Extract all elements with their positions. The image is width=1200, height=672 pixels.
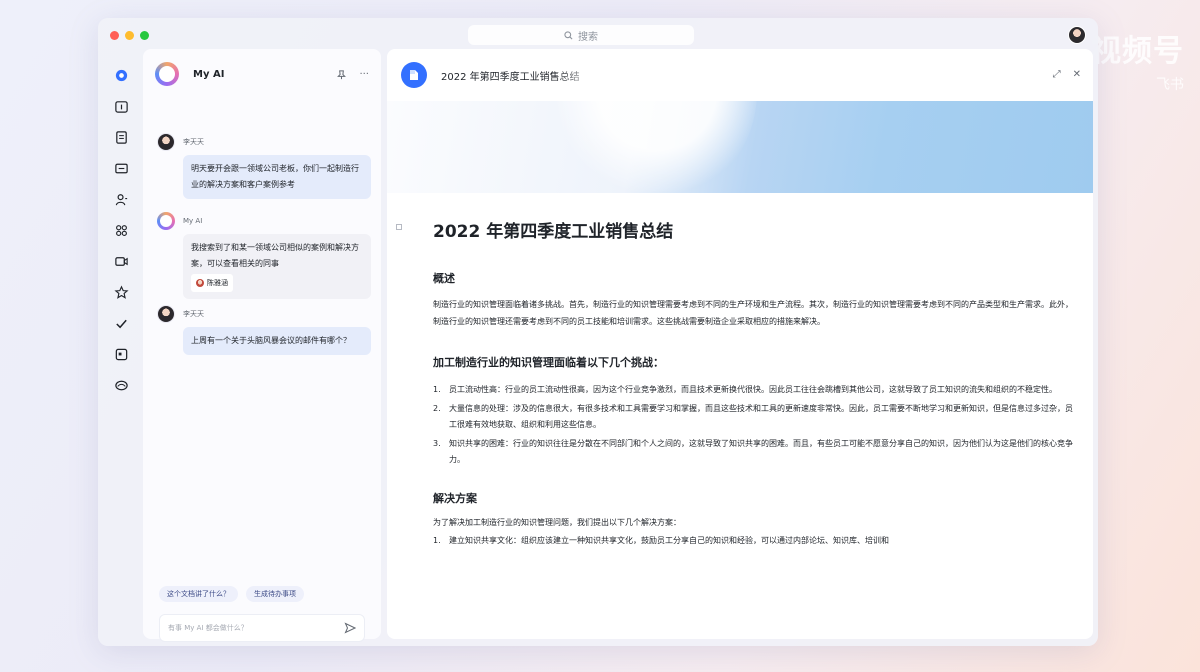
message-text: 我搜索到了和某一领域公司相似的案例和解决方案，可以查看相关的同事 — [191, 243, 359, 268]
search-icon — [564, 30, 573, 39]
nav-favorites[interactable] — [106, 277, 136, 308]
my-ai-logo-icon — [155, 62, 179, 86]
user-avatar-icon — [157, 133, 175, 151]
watermark: 视频号 飞书 — [1091, 26, 1184, 94]
doc-tools: ⤢ ✕ — [1053, 69, 1081, 80]
doc-title: 2022 年第四季度工业销售总结 — [433, 222, 674, 242]
chat-actions: ··· — [336, 69, 369, 80]
wiki-icon — [114, 380, 128, 391]
mention-chip[interactable]: 陈雅涵 — [191, 274, 233, 292]
minimize-window-button[interactable] — [125, 31, 134, 40]
message-icon — [115, 69, 127, 82]
favorites-icon — [113, 285, 129, 299]
tasks-icon — [115, 319, 127, 329]
my-ai-avatar-icon — [157, 212, 175, 230]
nav-sidebar — [106, 60, 136, 401]
message-sender: My AI — [183, 217, 203, 225]
chat-input[interactable] — [168, 624, 344, 632]
nav-docs[interactable] — [106, 122, 136, 153]
list-item: 1. 建立知识共享文化：组织应该建立一种知识共享文化，鼓励员工分享自己的知识和经验… — [433, 533, 1073, 549]
doc-logo-icon — [410, 70, 418, 80]
doc-body: 2022 年第四季度工业销售总结 概述 制造行业的知识管理面临着诸多挑战。首先，… — [433, 217, 1073, 552]
more-icon[interactable]: ··· — [359, 69, 369, 80]
nav-contacts[interactable] — [106, 184, 136, 215]
nav-apps[interactable] — [106, 215, 136, 246]
list-item-text: 大量信息的处理：涉及的信息很大，有很多技术和工具需要学习和掌握，而且这些技术和工… — [449, 404, 1073, 429]
apps-icon — [115, 225, 127, 236]
watermark-main: 视频号 — [1091, 34, 1184, 69]
mention-name: 陈雅涵 — [207, 279, 228, 287]
message-sender: 李天天 — [183, 138, 204, 146]
close-icon[interactable]: ✕ — [1073, 69, 1081, 80]
message-bubble: 明天要开会跟一领域公司老板，你们一起制造行业的解决方案和客户案例参考 — [183, 155, 371, 199]
watermark-sub: 飞书 — [1156, 77, 1184, 93]
chat-message-ai: My AI 我搜索到了和某一领域公司相似的案例和解决方案，可以查看相关的同事 陈… — [157, 212, 371, 299]
nav-mail[interactable] — [106, 153, 136, 184]
pin-icon[interactable] — [336, 69, 347, 80]
video-icon — [114, 257, 128, 266]
challenge-list: 1. 员工流动性高：行业的员工流动性很高，因为这个行业竞争激烈，而且技术更新换代很… — [433, 382, 1073, 468]
search-placeholder: 搜索 — [578, 31, 598, 43]
list-item: 1. 员工流动性高：行业的员工流动性很高，因为这个行业竞争激烈，而且技术更新换代很… — [433, 382, 1073, 398]
list-item-text: 建立知识共享文化：组织应该建立一种知识共享文化，鼓励员工分享自己的知识和经验，可… — [449, 536, 889, 545]
solution-list: 1. 建立知识共享文化：组织应该建立一种知识共享文化，鼓励员工分享自己的知识和经验… — [433, 533, 1073, 549]
drag-handle-icon[interactable] — [396, 224, 402, 230]
chat-input-box — [159, 614, 365, 642]
nav-messages[interactable] — [106, 60, 136, 91]
contacts-icon — [115, 194, 127, 206]
list-item-text: 员工流动性高：行业的员工流动性很高，因为这个行业竞争激烈，而且技术更新换代很快。… — [449, 385, 1057, 394]
chat-message-user: 李天天 上周有一个关于头脑风暴会议的邮件有哪个？ — [157, 305, 371, 355]
section-paragraph: 为了解决加工制造行业的知识管理问题，我们提出以下几个解决方案： — [433, 518, 681, 527]
send-icon[interactable] — [344, 622, 356, 634]
chat-title: My AI — [193, 68, 225, 80]
window-controls — [110, 31, 149, 40]
message-bubble: 我搜索到了和某一领域公司相似的案例和解决方案，可以查看相关的同事 陈雅涵 — [183, 234, 371, 299]
ai-chat-panel: My AI ··· 李天天 明天要开会跟一领域公司老板，你们一起制造行业的解决方… — [143, 49, 381, 642]
user-avatar[interactable] — [1068, 26, 1086, 44]
message-bubble: 上周有一个关于头脑风暴会议的邮件有哪个？ — [183, 327, 371, 355]
calendar2-icon — [115, 348, 127, 361]
expand-icon[interactable]: ⤢ — [1053, 69, 1061, 80]
list-item: 3. 知识共享的困难：行业的知识往往是分散在不同部门和个人之间的，这就导致了知识共… — [433, 436, 1073, 468]
section-heading: 概述 — [433, 272, 455, 285]
mail-icon — [114, 163, 128, 174]
chat-message-user: 李天天 明天要开会跟一领域公司老板，你们一起制造行业的解决方案和客户案例参考 — [157, 133, 371, 199]
calendar-icon — [114, 101, 128, 113]
suggestion-generate-todos[interactable]: 生成待办事项 — [246, 586, 304, 602]
section-heading: 加工制造行业的知识管理面临着以下几个挑战： — [433, 356, 664, 369]
app-window: 搜索 My AI ··· 李天天 明天要开会跟一领域公司老板，你们一起制造行业的… — [98, 18, 1098, 646]
message-sender: 李天天 — [183, 310, 204, 318]
suggestion-chips: 这个文档讲了什么？ 生成待办事项 — [159, 586, 304, 602]
nav-wiki[interactable] — [106, 370, 136, 401]
close-window-button[interactable] — [110, 31, 119, 40]
maximize-window-button[interactable] — [140, 31, 149, 40]
section-heading: 解决方案 — [433, 492, 477, 505]
section-paragraph: 制造行业的知识管理面临着诸多挑战。首先，制造行业的知识管理需要考虑到不同的生产环… — [433, 300, 1073, 326]
chat-header: My AI ··· — [155, 61, 369, 87]
nav-tasks[interactable] — [106, 308, 136, 339]
global-search[interactable]: 搜索 — [468, 25, 694, 45]
nav-calendar[interactable] — [106, 91, 136, 122]
nav-video[interactable] — [106, 246, 136, 277]
document-panel: 2022 年第四季度工业销售总结 ⤢ ✕ 2022 年第四季度工业销售总结 概述… — [387, 49, 1093, 639]
docs-icon — [115, 131, 127, 144]
suggestion-summarize-doc[interactable]: 这个文档讲了什么？ — [159, 586, 238, 602]
user-avatar-icon — [157, 305, 175, 323]
list-item: 2. 大量信息的处理：涉及的信息很大，有很多技术和工具需要学习和掌握，而且这些技术… — [433, 401, 1073, 433]
doc-app-icon — [401, 62, 427, 88]
contact-avatar-icon — [196, 279, 204, 287]
titlebar: 搜索 — [98, 18, 1098, 52]
doc-cover-banner — [387, 49, 1093, 201]
nav-calendar2[interactable] — [106, 339, 136, 370]
list-item-text: 知识共享的困难：行业的知识往往是分散在不同部门和个人之间的，这就导致了知识共享的… — [449, 439, 1073, 464]
